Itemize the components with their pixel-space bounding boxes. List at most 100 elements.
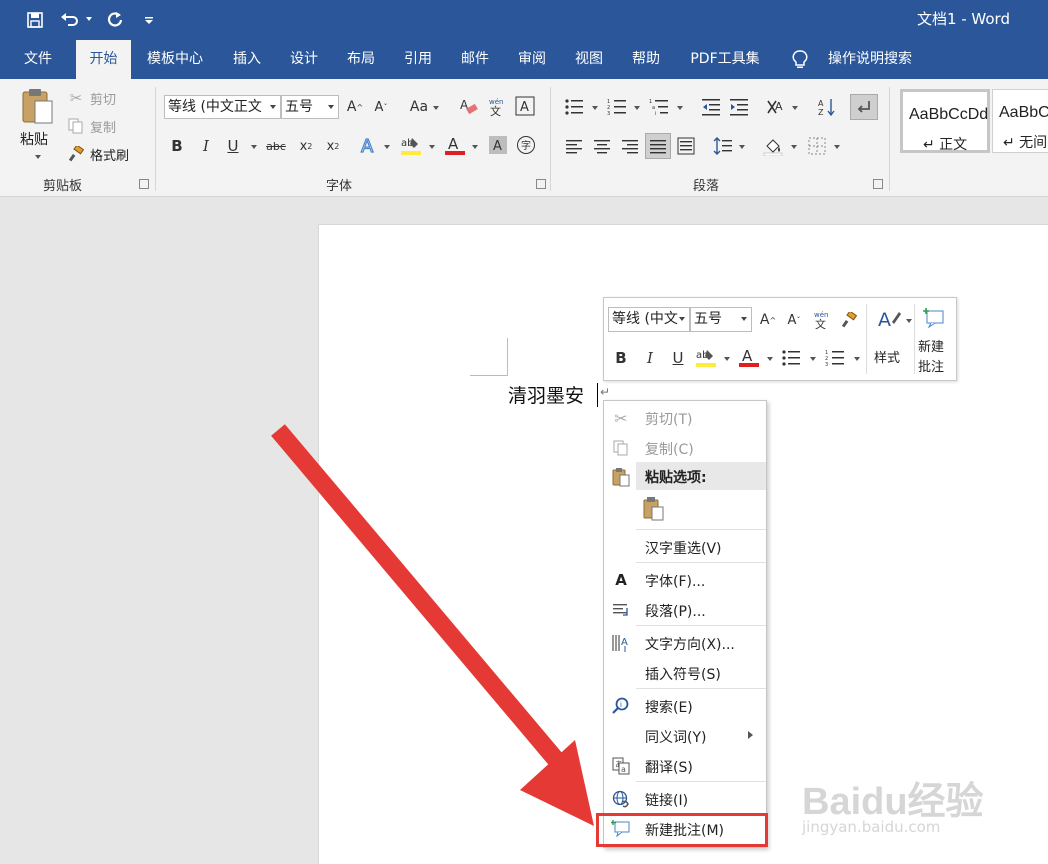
customize-qat-icon[interactable] (136, 7, 162, 33)
font-size-combo[interactable]: 五号 (281, 95, 339, 119)
underline-icon[interactable]: U (222, 135, 244, 157)
mini-styles-dropdown-icon[interactable] (906, 319, 912, 323)
paste-keep-text-only-icon[interactable] (642, 496, 668, 522)
tab-view[interactable]: 视图 (564, 40, 614, 79)
decrease-indent-icon[interactable] (700, 96, 722, 118)
tab-help[interactable]: 帮助 (621, 40, 671, 79)
menu-item-translate[interactable]: あa 翻译(S) (604, 751, 766, 781)
show-hide-marks-icon[interactable] (850, 94, 878, 120)
numbering-dropdown-icon[interactable] (634, 106, 640, 110)
menu-item-link[interactable]: 链接(I) (604, 784, 766, 814)
superscript-icon[interactable]: x2 (322, 135, 344, 157)
numbering-icon[interactable]: 123 (606, 96, 628, 118)
paste-button[interactable]: 粘贴 (20, 129, 48, 149)
phonetic-guide-icon[interactable]: wén 文 (486, 96, 508, 118)
mini-font-color-icon[interactable]: A (738, 346, 760, 368)
chinese-layout-icon[interactable]: A (765, 96, 787, 118)
tab-layout[interactable]: 布局 (336, 40, 386, 79)
clipboard-launcher-icon[interactable] (139, 179, 149, 189)
highlight-dropdown-icon[interactable] (429, 145, 435, 149)
undo-dropdown-icon[interactable] (86, 17, 92, 21)
subscript-icon[interactable]: x2 (295, 135, 317, 157)
mini-styles-label[interactable]: 样式 (874, 347, 900, 366)
bullets-icon[interactable] (563, 96, 585, 118)
paragraph-launcher-icon[interactable] (873, 179, 883, 189)
lightbulb-icon[interactable] (792, 50, 808, 74)
font-name-combo[interactable]: 等线 (中文正文 (164, 95, 281, 119)
menu-item-search[interactable]: i 搜索(E) (604, 691, 766, 721)
italic-icon[interactable]: I (195, 135, 217, 157)
mini-italic-icon[interactable]: I (639, 347, 661, 369)
mini-numbering-icon[interactable]: 123 (824, 347, 846, 369)
cut-button[interactable]: 剪切 (90, 89, 116, 108)
mini-font-name-combo[interactable]: 等线 (中文 (608, 307, 690, 332)
distributed-icon[interactable] (675, 135, 697, 157)
character-border-icon[interactable]: A (514, 95, 536, 117)
mini-bullets-icon[interactable] (780, 347, 802, 369)
text-effects-dropdown-icon[interactable] (384, 145, 390, 149)
mini-font-size-combo[interactable]: 五号 (690, 307, 752, 332)
sort-icon[interactable]: AZ (816, 96, 838, 118)
mini-phonetic-guide-icon[interactable]: wén 文 (811, 309, 833, 331)
mini-shrink-font-icon[interactable]: Aˇ (783, 309, 805, 331)
chinese-layout-dropdown-icon[interactable] (792, 106, 798, 110)
line-spacing-dropdown-icon[interactable] (739, 145, 745, 149)
tab-file[interactable]: 文件 (10, 40, 66, 79)
change-case-icon[interactable]: Aa (408, 96, 430, 118)
tab-home[interactable]: 开始 (76, 40, 131, 79)
menu-item-text-direction[interactable]: A 文字方向(X)... (604, 628, 766, 658)
mini-new-comment-label-1[interactable]: 新建 (918, 336, 944, 355)
font-color-icon[interactable]: A (444, 134, 466, 156)
underline-dropdown-icon[interactable] (251, 145, 257, 149)
text-effects-icon[interactable]: A (358, 134, 380, 156)
save-icon[interactable] (22, 7, 48, 33)
shrink-font-icon[interactable]: Aˇ (370, 96, 392, 118)
mini-bullets-dropdown-icon[interactable] (810, 357, 816, 361)
mini-styles-icon[interactable]: A (876, 306, 902, 332)
font-launcher-icon[interactable] (536, 179, 546, 189)
tell-me-search[interactable]: 操作说明搜索 (820, 40, 920, 79)
change-case-dropdown-icon[interactable] (433, 106, 439, 110)
redo-icon[interactable] (102, 7, 128, 33)
undo-icon[interactable] (57, 7, 83, 33)
line-spacing-icon[interactable] (712, 135, 734, 157)
multilevel-list-icon[interactable]: 1ai (648, 96, 670, 118)
tab-template-center[interactable]: 模板中心 (137, 40, 213, 79)
format-painter-button[interactable]: 格式刷 (90, 145, 129, 164)
tab-design[interactable]: 设计 (279, 40, 329, 79)
mini-numbering-dropdown-icon[interactable] (854, 357, 860, 361)
tab-mailings[interactable]: 邮件 (450, 40, 500, 79)
menu-item-copy[interactable]: 复制(C) (604, 433, 766, 463)
mini-new-comment-icon[interactable] (922, 306, 946, 330)
copy-button[interactable]: 复制 (90, 117, 116, 136)
style-normal[interactable]: AaBbCcDd ↵ 正文 (900, 89, 990, 153)
align-center-icon[interactable] (591, 135, 613, 157)
style-no-spacing[interactable]: AaBbC ↵ 无间 (992, 89, 1048, 153)
multilevel-dropdown-icon[interactable] (677, 106, 683, 110)
menu-item-insert-symbol[interactable]: 插入符号(S) (604, 658, 766, 688)
tab-references[interactable]: 引用 (393, 40, 443, 79)
menu-item-cut[interactable]: ✂ 剪切(T) (604, 403, 766, 433)
mini-font-color-dropdown-icon[interactable] (767, 357, 773, 361)
menu-item-synonyms[interactable]: 同义词(Y) (604, 721, 766, 751)
tab-insert[interactable]: 插入 (222, 40, 272, 79)
strikethrough-icon[interactable]: abc (265, 135, 287, 157)
borders-icon[interactable] (806, 135, 828, 157)
mini-highlight-dropdown-icon[interactable] (724, 357, 730, 361)
borders-dropdown-icon[interactable] (834, 145, 840, 149)
shading-dropdown-icon[interactable] (791, 145, 797, 149)
increase-indent-icon[interactable] (728, 96, 750, 118)
mini-new-comment-label-2[interactable]: 批注 (918, 356, 944, 375)
align-right-icon[interactable] (619, 135, 641, 157)
mini-highlight-icon[interactable]: ab (695, 346, 717, 368)
mini-format-painter-icon[interactable] (838, 309, 860, 331)
tab-pdf-tools[interactable]: PDF工具集 (680, 40, 770, 79)
clear-formatting-icon[interactable]: A (458, 96, 480, 118)
mini-underline-icon[interactable]: U (667, 347, 689, 369)
shading-icon[interactable] (762, 135, 784, 157)
character-shading-icon[interactable]: A (487, 134, 509, 156)
bold-icon[interactable]: B (166, 135, 188, 157)
align-left-icon[interactable] (563, 135, 585, 157)
grow-font-icon[interactable]: A ^ (344, 96, 366, 118)
text-highlight-icon[interactable]: ab (400, 134, 422, 156)
